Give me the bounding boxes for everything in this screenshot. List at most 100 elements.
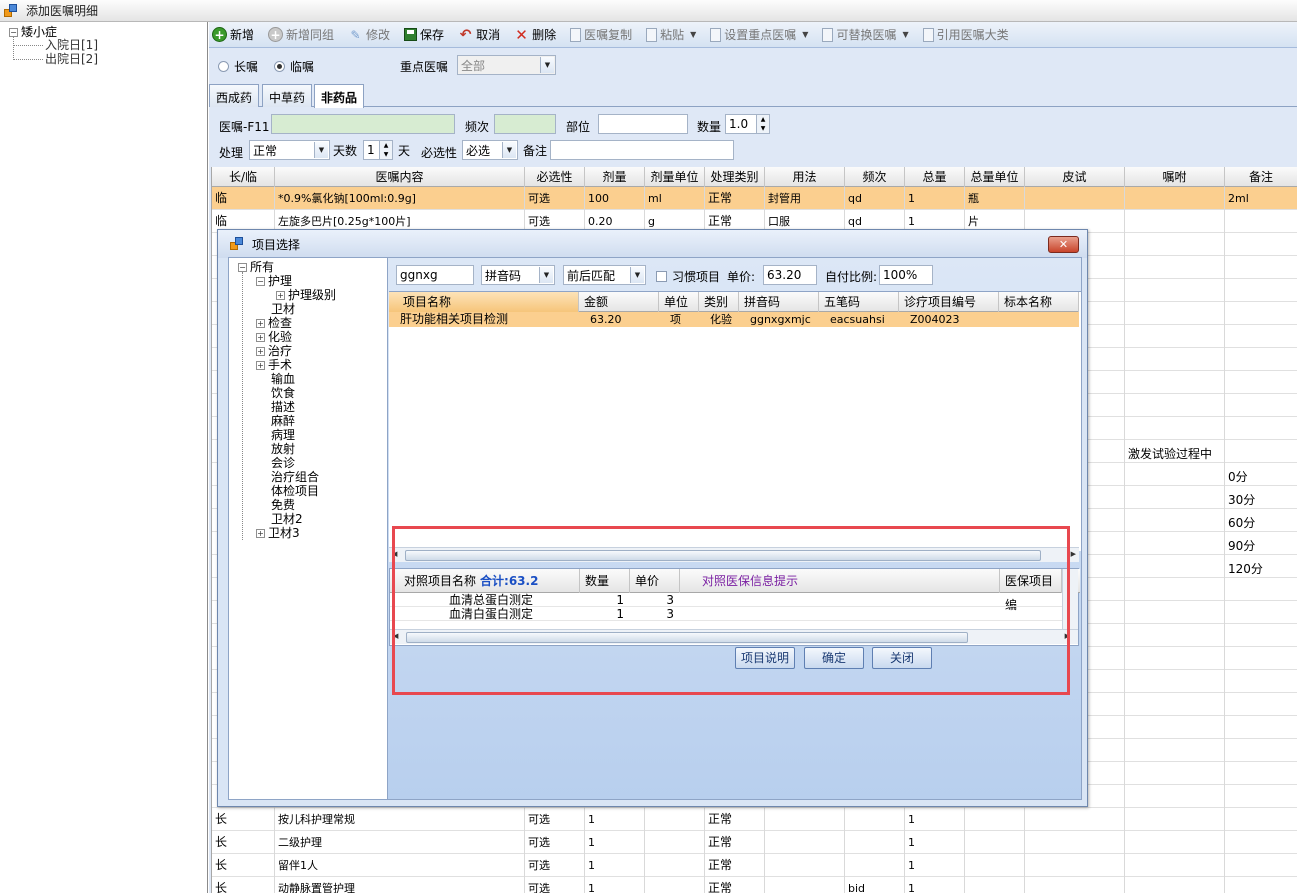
close-icon[interactable]: ✕	[1048, 236, 1079, 253]
expand-icon[interactable]: +	[256, 333, 265, 342]
copy-button[interactable]: 医嘱复制	[570, 26, 632, 43]
tree-item[interactable]: 病理	[271, 428, 295, 442]
tree-item[interactable]: 麻醉	[271, 414, 295, 428]
cancel-button[interactable]: ↶ 取消	[458, 26, 500, 43]
tree-item[interactable]: 体检项目	[271, 484, 319, 498]
column-header[interactable]: 五笔码	[819, 292, 899, 312]
code-type-select[interactable]: 拼音码 ▼	[481, 265, 555, 285]
column-header[interactable]: 项目名称	[389, 292, 579, 312]
habit-checkbox[interactable]: 习惯项目	[656, 268, 720, 285]
tree-item[interactable]: + 化验	[256, 330, 292, 344]
column-header[interactable]: 备注	[1225, 167, 1297, 187]
tree-item[interactable]: 放射	[271, 442, 295, 456]
edit-button[interactable]: ✎ 修改	[348, 26, 391, 43]
qty-stepper[interactable]: 1.0 ▲ ▼	[725, 114, 770, 134]
tree-item-nursing-level[interactable]: + 护理级别	[276, 288, 336, 302]
tab-western-medicine[interactable]: 西成药	[209, 84, 260, 107]
tree-item[interactable]: 免费	[271, 498, 295, 512]
chevron-down-icon[interactable]: ▼	[690, 30, 696, 39]
chevron-down-icon[interactable]: ▼	[902, 30, 908, 39]
paste-button[interactable]: 粘贴 ▼	[646, 26, 696, 43]
unit-price-input[interactable]: 63.20	[763, 265, 817, 285]
tab-herbal-medicine[interactable]: 中草药	[262, 84, 313, 107]
table-cell	[1125, 279, 1225, 302]
key-order-select[interactable]: 全部 ▼	[457, 55, 556, 75]
column-header[interactable]: 医嘱内容	[275, 167, 525, 187]
collapse-icon[interactable]: −	[238, 263, 247, 272]
scroll-right-icon[interactable]: ▶	[1071, 550, 1076, 558]
expand-icon[interactable]: +	[256, 319, 265, 328]
long-order-radio[interactable]: 长嘱	[218, 58, 258, 75]
column-header[interactable]: 嘱咐	[1125, 167, 1225, 187]
tree-item[interactable]: + 手术	[256, 358, 292, 372]
column-header[interactable]: 总量单位	[965, 167, 1025, 187]
column-header[interactable]: 处理类别	[705, 167, 765, 187]
tree-item-nursing[interactable]: − 护理	[256, 274, 292, 288]
cite-button[interactable]: 引用医嘱大类	[922, 26, 1009, 43]
table-row[interactable]: 长二级护理 可选 1 正常 1	[212, 831, 1297, 854]
table-cell	[1225, 371, 1297, 394]
self-pay-input[interactable]: 100%	[879, 265, 933, 285]
spin-icon[interactable]: ▲ ▼	[756, 115, 769, 133]
column-header[interactable]: 剂量	[585, 167, 645, 187]
chevron-down-icon[interactable]: ▼	[802, 30, 808, 39]
save-button[interactable]: 保存	[404, 26, 444, 43]
temp-order-radio[interactable]: 临嘱	[274, 58, 314, 75]
tree-item[interactable]: 描述	[271, 400, 295, 414]
column-header[interactable]: 剂量单位	[645, 167, 705, 187]
tree-root-all[interactable]: − 所有	[238, 260, 274, 274]
set-key-button[interactable]: 设置重点医嘱 ▼	[710, 26, 808, 43]
tree-item-discharge-day[interactable]: 出院日[2]	[45, 52, 98, 66]
column-header[interactable]: 用法	[765, 167, 845, 187]
spin-icon[interactable]: ▲ ▼	[379, 141, 392, 159]
note-input[interactable]	[550, 140, 734, 160]
tree-item[interactable]: 输血	[271, 372, 295, 386]
delete-button[interactable]: ✕ 删除	[514, 26, 556, 44]
column-header[interactable]: 频次	[845, 167, 905, 187]
column-header[interactable]: 拼音码	[739, 292, 819, 312]
match-type-select[interactable]: 前后匹配 ▼	[563, 265, 646, 285]
tree-item[interactable]: 治疗组合	[271, 470, 319, 484]
tree-item[interactable]: 卫材	[271, 302, 295, 316]
expand-icon[interactable]: +	[256, 529, 265, 538]
tree-item[interactable]: + 卫材3	[256, 526, 300, 540]
tab-non-drug[interactable]: 非药品	[314, 84, 365, 108]
column-header[interactable]: 类别	[699, 292, 739, 312]
collapse-icon[interactable]: −	[256, 277, 265, 286]
days-stepper[interactable]: 1 ▲ ▼	[363, 140, 393, 160]
optional-select[interactable]: 必选 ▼	[462, 140, 518, 160]
order-input[interactable]	[271, 114, 455, 134]
expand-icon[interactable]: +	[256, 361, 265, 370]
search-input[interactable]: ggnxg	[396, 265, 474, 285]
replace-button[interactable]: 可替换医嘱 ▼	[822, 26, 909, 43]
column-header[interactable]: 总量	[905, 167, 965, 187]
table-row[interactable]: 长留伴1人 可选 1 正常 1	[212, 854, 1297, 877]
add-button[interactable]: + 新增	[212, 26, 254, 43]
expand-icon[interactable]: +	[256, 347, 265, 356]
expand-icon[interactable]: +	[276, 291, 285, 300]
column-header[interactable]: 标本名称	[999, 292, 1079, 312]
doc-icon	[710, 27, 722, 42]
tree-item[interactable]: + 检查	[256, 316, 292, 330]
collapse-icon[interactable]: −	[9, 28, 18, 37]
table-row[interactable]: 临 *0.9%氯化钠[100ml:0.9g] 可选 100 ml 正常 封管用 qd 1 瓶 2ml	[212, 187, 1297, 210]
table-row[interactable]: 长动静脉置管护理 可选 1 正常 bid 1	[212, 877, 1297, 893]
tree-root[interactable]: − 矮小症	[9, 25, 57, 39]
tree-item[interactable]: 会诊	[271, 456, 295, 470]
table-row[interactable]: 肝功能相关项目检测 63.20 项 化验 ggnxgxmjc eacsuahsi Z0040…	[389, 312, 1079, 327]
tree-item-admission-day[interactable]: 入院日[1]	[45, 38, 98, 52]
tree-item[interactable]: 饮食	[271, 386, 295, 400]
column-header[interactable]: 皮试	[1025, 167, 1125, 187]
site-input[interactable]	[598, 114, 688, 134]
column-header[interactable]: 长/临	[212, 167, 275, 187]
tree-item[interactable]: 卫材2	[271, 512, 303, 526]
column-header[interactable]: 金额	[579, 292, 659, 312]
process-select[interactable]: 正常 ▼	[249, 140, 330, 160]
tree-item[interactable]: + 治疗	[256, 344, 292, 358]
column-header[interactable]: 必选性	[525, 167, 585, 187]
column-header[interactable]: 单位	[659, 292, 699, 312]
table-row[interactable]: 长按儿科护理常规 可选 1 正常 1	[212, 808, 1297, 831]
add-group-button[interactable]: + 新增同组	[268, 26, 334, 43]
column-header[interactable]: 诊疗项目编号	[899, 292, 999, 312]
freq-input[interactable]	[494, 114, 556, 134]
